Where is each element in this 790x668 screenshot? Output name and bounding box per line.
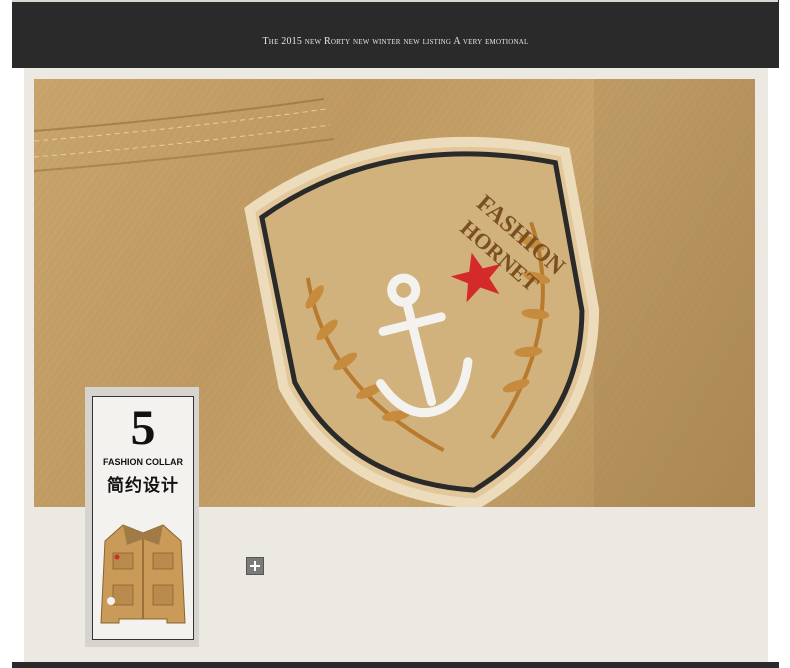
- feature-number: 5: [130, 399, 156, 455]
- feature-title-cn: 简约设计: [107, 476, 179, 496]
- feature-title-en: FASHION COLLAR: [103, 457, 183, 467]
- top-divider: [12, 0, 778, 2]
- jacket-thumbnail-icon: [97, 515, 189, 629]
- plus-icon[interactable]: [246, 557, 264, 575]
- feature-card: 5 FASHION COLLAR 简约设计: [92, 396, 194, 640]
- top-banner: The 2015 new Rorty new winter new listin…: [12, 0, 779, 68]
- bottom-divider: [12, 662, 779, 668]
- banner-tagline: The 2015 new Rorty new winter new listin…: [262, 36, 529, 47]
